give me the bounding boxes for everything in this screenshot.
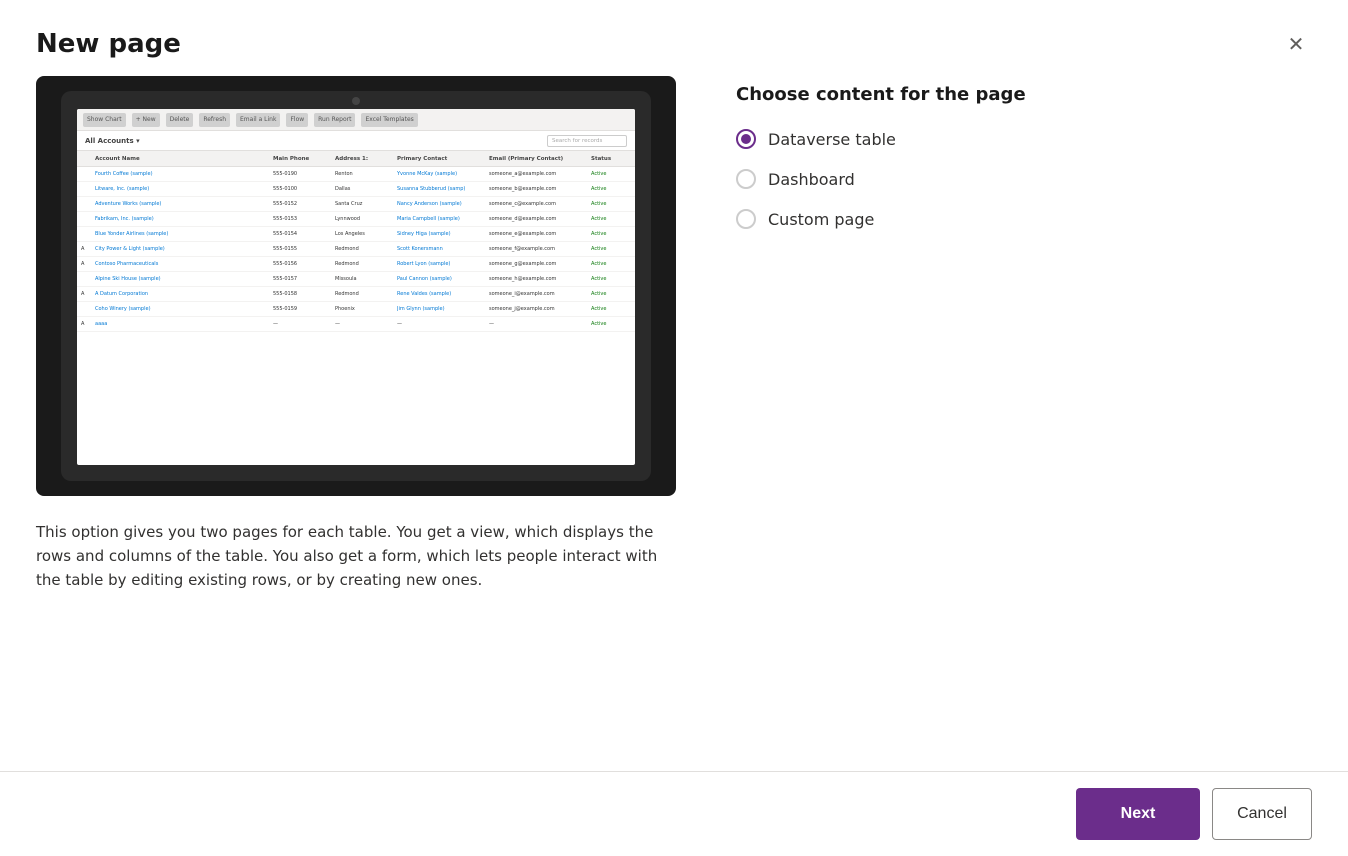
preview-image: Show Chart + New Delete Refresh Email a … — [36, 76, 676, 496]
table-row: AA Datum Corporation555-0158RedmondRene … — [77, 287, 635, 302]
cancel-button[interactable]: Cancel — [1212, 788, 1312, 840]
radio-circle-dataverse — [736, 129, 756, 149]
table-row: Coho Winery (sample)555-0159PhoenixJim G… — [77, 302, 635, 317]
tablet-screen: Show Chart + New Delete Refresh Email a … — [77, 109, 635, 465]
email-link-btn: Email a Link — [236, 113, 280, 127]
radio-option-dataverse[interactable]: Dataverse table — [736, 129, 1312, 149]
show-chart-btn: Show Chart — [83, 113, 126, 127]
table-row: ACity Power & Light (sample)555-0155Redm… — [77, 242, 635, 257]
table-row: Fourth Coffee (sample)555-0190RentonYvon… — [77, 167, 635, 182]
screen-toolbar: Show Chart + New Delete Refresh Email a … — [77, 109, 635, 131]
radio-label-dataverse: Dataverse table — [768, 130, 896, 149]
right-panel: Choose content for the page Dataverse ta… — [736, 76, 1312, 771]
content-type-radio-group: Dataverse table Dashboard Custom page — [736, 129, 1312, 229]
flow-btn: Flow — [286, 113, 308, 127]
table-row: Blue Yonder Airlines (sample)555-0154Los… — [77, 227, 635, 242]
excel-templates-btn: Excel Templates — [361, 113, 417, 127]
next-button[interactable]: Next — [1076, 788, 1200, 840]
screen-subheader: All Accounts ▾ Search for records — [77, 131, 635, 151]
table-row: Alpine Ski House (sample)555-0157Missoul… — [77, 272, 635, 287]
radio-circle-dashboard — [736, 169, 756, 189]
dialog-footer: Next Cancel — [0, 771, 1348, 856]
tablet-frame: Show Chart + New Delete Refresh Email a … — [61, 91, 651, 481]
table-header: Account Name Main Phone Address 1: Prima… — [77, 151, 635, 167]
tablet-camera — [352, 97, 360, 105]
table-row: AContoso Pharmaceuticals555-0156RedmondR… — [77, 257, 635, 272]
left-panel: Show Chart + New Delete Refresh Email a … — [36, 76, 676, 771]
table-row: Litware, Inc. (sample)555-0100DallasSusa… — [77, 182, 635, 197]
delete-btn: Delete — [166, 113, 194, 127]
run-report-btn: Run Report — [314, 113, 355, 127]
search-box: Search for records — [547, 135, 627, 147]
radio-option-custom[interactable]: Custom page — [736, 209, 1312, 229]
all-accounts-label: All Accounts ▾ — [85, 137, 140, 145]
new-btn: + New — [132, 113, 160, 127]
description-text: This option gives you two pages for each… — [36, 520, 676, 592]
new-page-dialog: New page ✕ Show Chart + New Delete Refre… — [0, 0, 1348, 856]
table-row: Aaaaa————Active — [77, 317, 635, 332]
choose-content-title: Choose content for the page — [736, 84, 1312, 105]
radio-circle-custom — [736, 209, 756, 229]
table-row: Adventure Works (sample)555-0152Santa Cr… — [77, 197, 635, 212]
dialog-body: Show Chart + New Delete Refresh Email a … — [0, 76, 1348, 771]
radio-option-dashboard[interactable]: Dashboard — [736, 169, 1312, 189]
radio-dot-dataverse — [741, 134, 751, 144]
radio-label-custom: Custom page — [768, 210, 874, 229]
screen-table: Account Name Main Phone Address 1: Prima… — [77, 151, 635, 465]
radio-label-dashboard: Dashboard — [768, 170, 855, 189]
dialog-title: New page — [36, 29, 181, 59]
table-row: Fabrikam, Inc. (sample)555-0153LynnwoodM… — [77, 212, 635, 227]
refresh-btn: Refresh — [199, 113, 230, 127]
close-button[interactable]: ✕ — [1280, 28, 1312, 60]
dialog-header: New page ✕ — [0, 0, 1348, 76]
